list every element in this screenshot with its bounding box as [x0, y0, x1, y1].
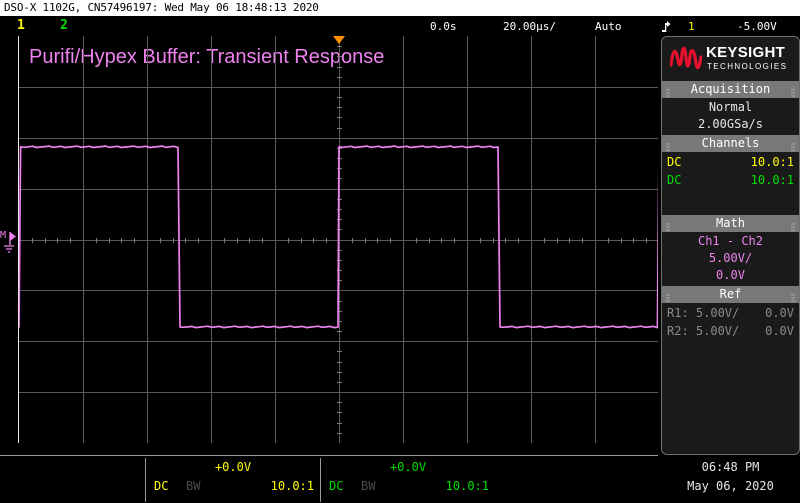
clock-date: May 06, 2020 — [687, 479, 774, 493]
channel-1-offset: +0.0V — [214, 460, 252, 474]
grip-handle-right — [791, 291, 795, 302]
rising-edge-icon — [662, 18, 671, 36]
sidebar-section-header-math[interactable]: Math — [662, 215, 799, 232]
clock-time: 06:48 PM — [701, 460, 760, 474]
grip-handle-left — [666, 291, 670, 302]
grip-handle-left — [666, 86, 670, 97]
instrument-title-bar: DSO-X 1102G, CN57496197: Wed May 06 18:4… — [0, 0, 800, 16]
channel-2-probe[interactable]: 10.0:1 — [446, 476, 489, 496]
channel-2-indicator[interactable]: 2 — [60, 17, 68, 35]
waveform-display-area[interactable]: Purifi/Hypex Buffer: Transient Response — [18, 36, 658, 443]
trigger-source-readout[interactable]: 1 — [688, 18, 695, 36]
channel-status-bar: +0.0V DC BW 10.0:1 +0.0V DC BW 10.0:1 — [0, 455, 658, 503]
row-right-value: 0.0V — [765, 306, 794, 320]
keysight-logo-text: KEYSIGHT — [706, 44, 786, 61]
math-waveform-trace — [19, 145, 658, 329]
channel-1-bandwidth[interactable]: BW — [186, 476, 200, 496]
keysight-logo: KEYSIGHT TECHNOLOGIES — [662, 37, 799, 81]
sidebar-section-title: Math — [716, 216, 745, 230]
sidebar-section-header-ref[interactable]: Ref — [662, 286, 799, 303]
measurement-sidebar: KEYSIGHT TECHNOLOGIES Acquisition Normal 2… — [661, 36, 800, 455]
grip-handle-left — [666, 140, 670, 151]
sidebar-value-row[interactable]: DC 10.0:1 — [667, 171, 794, 189]
keysight-wave-mark-icon — [670, 46, 702, 70]
row-right-value: 10.0:1 — [750, 173, 794, 187]
row-left-value: DC — [667, 155, 682, 169]
timebase-scale-readout[interactable]: 20.00µs/ — [503, 18, 556, 36]
keysight-logo-subtext: TECHNOLOGIES — [707, 62, 788, 71]
sidebar-value-row[interactable]: 0.0V — [667, 267, 794, 284]
timebase-delay-readout[interactable]: 0.0s — [430, 18, 457, 36]
channel-1-coupling[interactable]: DC — [154, 476, 168, 496]
sidebar-section-header-acquisition[interactable]: Acquisition — [662, 81, 799, 98]
oscilloscope-screen: DSO-X 1102G, CN57496197: Wed May 06 18:4… — [0, 0, 800, 503]
channel-1-probe[interactable]: 10.0:1 — [271, 476, 314, 496]
grip-handle-left — [666, 220, 670, 231]
sidebar-section-body-math: Ch1 - Ch2 5.00V/0.0V — [662, 232, 799, 286]
system-clock: 06:48 PM May 06, 2020 — [661, 458, 800, 496]
sidebar-section-body-channels: DC 10.0:1 DC 10.0:1 — [662, 152, 799, 215]
grip-handle-right — [791, 220, 795, 231]
row-left-value: R1: 5.00V/ — [667, 306, 740, 320]
sidebar-section-title: Channels — [701, 136, 760, 150]
channel-1-status-cell[interactable]: +0.0V DC BW 10.0:1 — [145, 458, 320, 502]
grip-handle-right — [791, 86, 795, 97]
sidebar-value-row[interactable]: R1: 5.00V/0.0V — [667, 304, 794, 322]
sidebar-section-title: Ref — [719, 287, 742, 301]
trigger-mode-readout[interactable]: Auto — [595, 18, 622, 36]
math-ground-reference-marker[interactable]: M — [0, 228, 18, 256]
sidebar-sections: Acquisition Normal 2.00GSa/s Channels DC 10.0… — [662, 81, 799, 386]
sidebar-section-header-channels[interactable]: Channels — [662, 135, 799, 152]
sidebar-value-row[interactable]: 5.00V/ — [667, 250, 794, 267]
grip-handle-right — [791, 140, 795, 151]
sidebar-section-title: Acquisition — [690, 82, 771, 96]
sidebar-value-row[interactable]: Ch1 - Ch2 — [667, 233, 794, 250]
channel-2-offset: +0.0V — [389, 460, 427, 474]
sidebar-section-body-ref: R1: 5.00V/0.0V R2: 5.00V/0.0V — [662, 303, 799, 386]
row-left-value: DC — [667, 173, 682, 187]
sidebar-section-body-acquisition: Normal 2.00GSa/s — [662, 98, 799, 135]
sidebar-value-row[interactable]: 2.00GSa/s — [667, 116, 794, 133]
channel-2-coupling[interactable]: DC — [329, 476, 343, 496]
trigger-position-marker[interactable] — [333, 36, 345, 44]
top-status-strip: 1 2 — [0, 16, 800, 36]
svg-text:M: M — [0, 230, 6, 241]
sidebar-value-row[interactable]: Normal — [667, 99, 794, 116]
row-right-value: 0.0V — [765, 324, 794, 338]
sidebar-value-row[interactable]: R2: 5.00V/0.0V — [667, 322, 794, 340]
row-right-value: 10.0:1 — [750, 155, 794, 169]
row-left-value: R2: 5.00V/ — [667, 324, 740, 338]
channel-2-status-cell[interactable]: +0.0V DC BW 10.0:1 — [320, 458, 495, 502]
sidebar-value-row[interactable]: DC 10.0:1 — [667, 153, 794, 171]
channel-1-indicator[interactable]: 1 — [17, 17, 25, 35]
channel-2-bandwidth[interactable]: BW — [361, 476, 375, 496]
trigger-level-readout[interactable]: -5.00V — [737, 18, 777, 36]
